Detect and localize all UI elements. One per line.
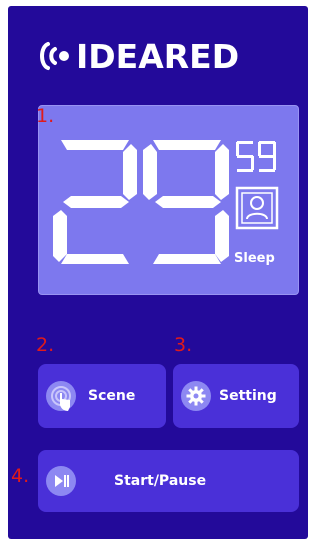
brand-name: IDEARED	[76, 36, 240, 76]
annotation-4: 4.	[11, 465, 30, 487]
annotation-3: 3.	[174, 334, 193, 356]
start-pause-button[interactable]: Start/Pause	[38, 450, 299, 512]
setting-button-label: Setting	[219, 388, 277, 404]
play-pause-icon	[46, 466, 76, 496]
timer-display: Sleep	[38, 105, 299, 295]
scene-button[interactable]: Scene	[38, 364, 166, 428]
sleep-mask-icon	[235, 186, 279, 230]
annotation-2: 2.	[36, 334, 55, 356]
mode-label: Sleep	[234, 251, 275, 266]
brand-mark-icon	[40, 42, 69, 70]
scene-button-label: Scene	[88, 388, 136, 404]
touch-hand-icon	[46, 381, 76, 411]
timer-minutes	[53, 140, 229, 264]
setting-button[interactable]: Setting	[173, 364, 299, 428]
start-pause-button-label: Start/Pause	[114, 473, 207, 489]
timer-seconds	[236, 141, 276, 172]
gear-icon	[181, 381, 211, 411]
brand-logo: IDEARED	[38, 36, 239, 76]
app-screen: IDEARED Sleep 1. 2. 3. 4. Scene Setting …	[8, 6, 308, 539]
annotation-1: 1.	[36, 105, 55, 127]
